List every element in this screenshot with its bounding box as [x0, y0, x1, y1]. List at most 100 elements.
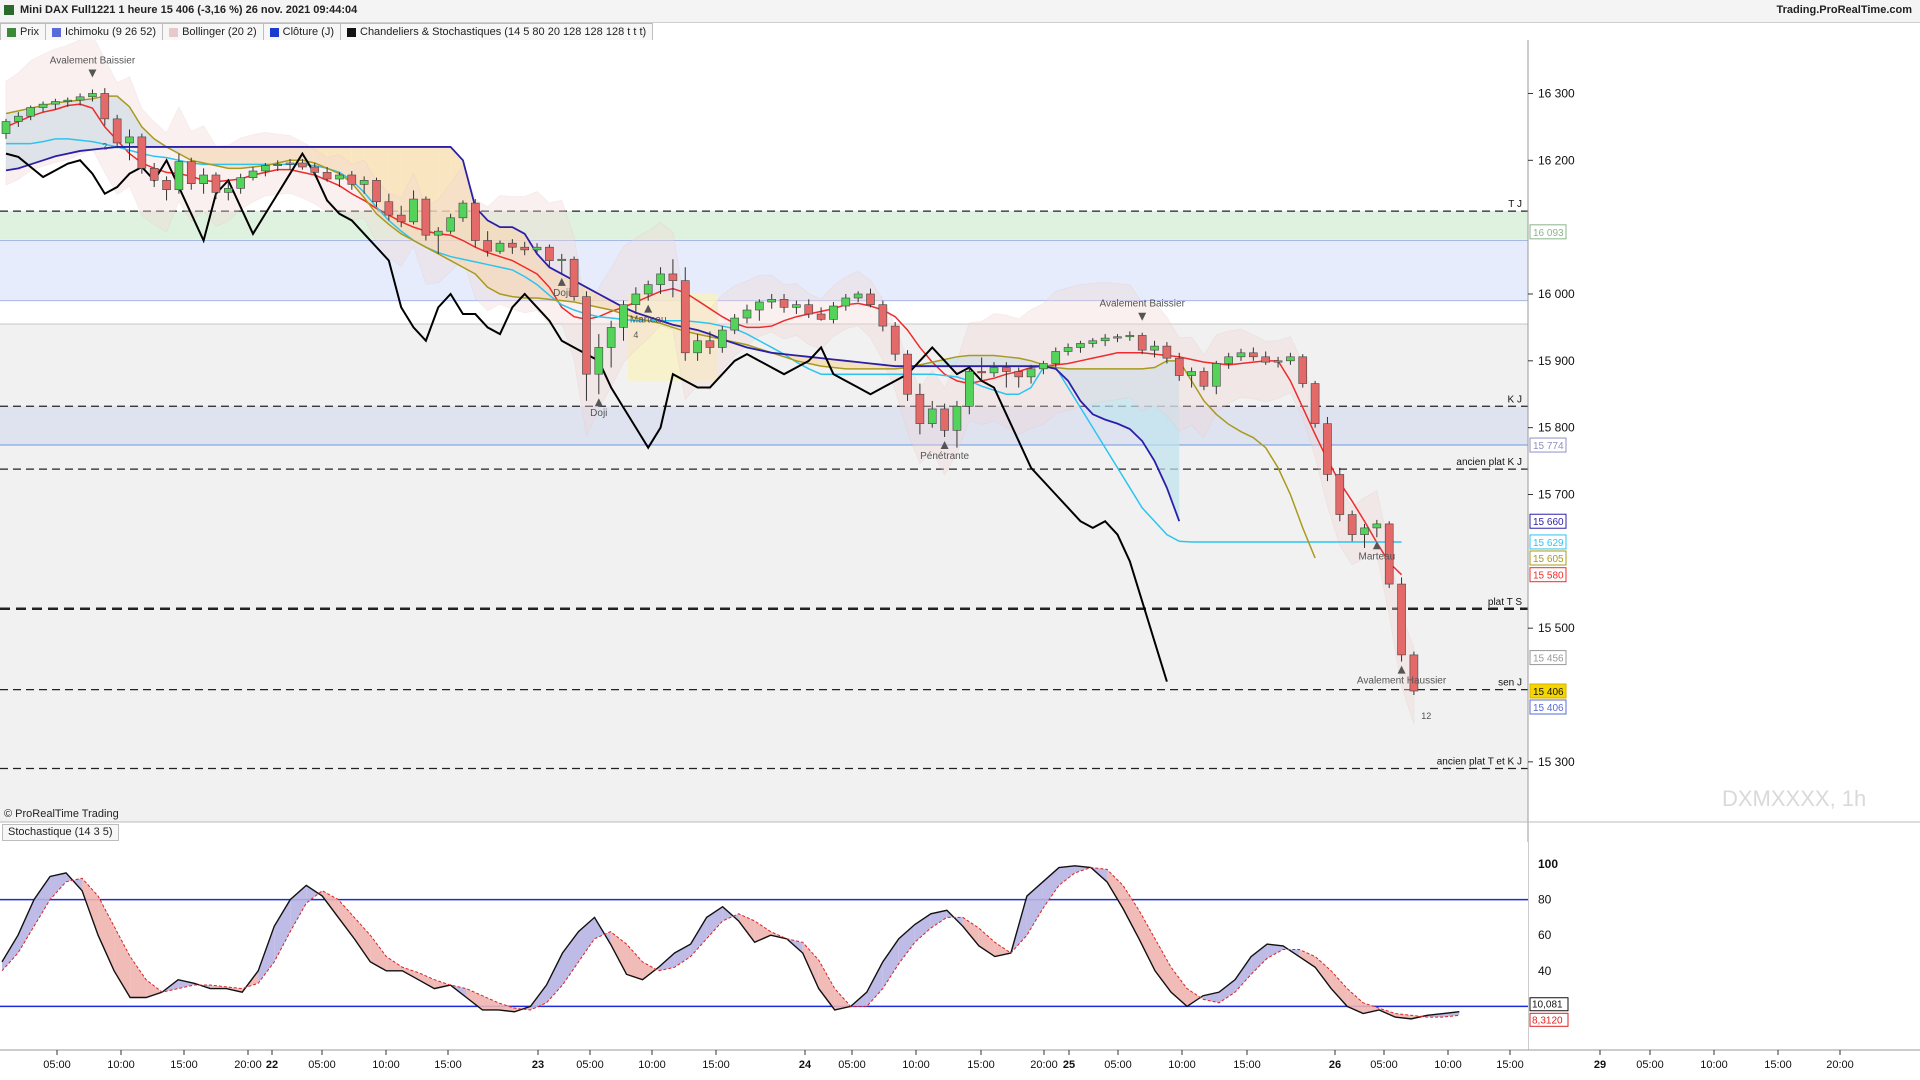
candle-body	[335, 174, 344, 180]
price-label: 15 456	[1533, 654, 1564, 665]
candle-body	[174, 161, 184, 191]
candle-body	[730, 317, 739, 331]
candle-body	[742, 309, 752, 319]
stoch-tick-label: 100	[1538, 857, 1558, 871]
candle-body	[88, 93, 97, 98]
candle-body	[1002, 367, 1011, 372]
level-label: K J	[1508, 394, 1522, 405]
candle-body	[705, 340, 715, 348]
time-tick-label: 15:00	[434, 1059, 462, 1071]
axis-tick-label: 15 900	[1538, 354, 1575, 368]
candle-body	[853, 293, 863, 299]
pattern-count: 12	[1421, 711, 1431, 721]
time-tick-label: 10:00	[638, 1059, 666, 1071]
legend-swatch	[347, 27, 356, 37]
legend-item-bollinger[interactable]: Bollinger (20 2)	[162, 23, 264, 41]
candle-body	[989, 367, 999, 374]
candle-body	[236, 177, 245, 189]
candle-body	[1039, 363, 1048, 370]
app-icon	[4, 5, 14, 15]
candle-body	[1212, 363, 1221, 387]
legend-label: Chandeliers & Stochastiques (14 5 80 20 …	[360, 26, 647, 38]
candle-body	[1026, 368, 1036, 378]
axis-tick-label: 16 000	[1538, 287, 1575, 301]
candle-body	[619, 304, 628, 328]
legend-item-price[interactable]: Prix	[0, 23, 46, 41]
candle-body	[520, 246, 530, 251]
legend-swatch	[7, 27, 16, 37]
candle-body	[545, 246, 554, 261]
pattern-count: 4	[633, 330, 638, 340]
price-axis[interactable]: 16 300 16 200 16 000 15 900 15 800 15 700 15 5…	[1527, 40, 1920, 1050]
legend-item-chandeliers[interactable]: Chandeliers & Stochastiques (14 5 80 20 …	[340, 23, 654, 41]
candle-body	[643, 284, 653, 295]
candle-body	[273, 164, 283, 166]
candle-body	[26, 107, 36, 117]
price-label: 15 774	[1533, 441, 1564, 452]
candle-body	[940, 408, 949, 431]
stoch-tick-label: 40	[1538, 964, 1552, 978]
candle-body	[125, 136, 134, 144]
pattern-count: 2	[102, 142, 107, 152]
candle-body	[1113, 336, 1122, 339]
candle-body	[483, 240, 492, 252]
candle-body	[952, 405, 962, 431]
price-label: 15 605	[1533, 554, 1564, 565]
candle-body	[1236, 352, 1246, 358]
stoch-area	[0, 842, 1528, 1050]
time-tick-label: 10:00	[1700, 1059, 1728, 1071]
pattern-label: Doji	[590, 408, 607, 419]
candle-body	[38, 103, 48, 108]
candle-body	[14, 115, 23, 122]
legend-item-cloture[interactable]: Clôture (J)	[262, 23, 341, 41]
time-tick-label: 05:00	[308, 1059, 336, 1071]
candle-body	[384, 201, 394, 216]
legend-label: Bollinger (20 2)	[182, 26, 257, 38]
candle-body	[1286, 356, 1295, 362]
candle-body	[915, 393, 925, 424]
legend-label: Prix	[20, 26, 39, 38]
price-label: 15 660	[1533, 517, 1564, 528]
candle-body	[755, 301, 764, 311]
candle-body	[1397, 583, 1406, 656]
candle-body	[594, 347, 604, 375]
candle-body	[1014, 371, 1024, 378]
source-label: © ProRealTime Trading	[4, 808, 119, 820]
candle-body	[372, 180, 381, 203]
legend-item-ichimoku[interactable]: Ichimoku (9 26 52)	[44, 23, 164, 41]
candle-body	[1347, 514, 1357, 535]
candle-body	[1298, 356, 1308, 384]
level-label: T J	[1508, 199, 1522, 210]
candle-body	[1125, 335, 1135, 338]
candle-body	[631, 293, 641, 305]
time-tick-label: 05:00	[1370, 1059, 1398, 1071]
candle-body	[1076, 343, 1085, 348]
candle-body	[162, 180, 171, 191]
candle-body	[668, 273, 678, 281]
time-tick-label: 23	[532, 1059, 544, 1071]
brand-link[interactable]: Trading.ProRealTime.com	[1776, 4, 1912, 16]
candle-body	[298, 162, 307, 168]
candle-body	[421, 198, 431, 236]
time-tick-label: 24	[799, 1059, 812, 1071]
axis-tick-label: 15 500	[1538, 621, 1575, 635]
stochastic-label[interactable]: Stochastique (14 3 5)	[2, 824, 119, 841]
time-axis[interactable]: 05:00 10:00 15:00 20:00 22 05:00 10:00 15:00 23 0…	[0, 1049, 1920, 1071]
candle-body	[557, 258, 567, 261]
candle-body	[310, 166, 320, 173]
pattern-label: Marteau	[1359, 551, 1396, 562]
price-label: 15 629	[1533, 538, 1564, 549]
candle-body	[1372, 523, 1382, 529]
chart-canvas[interactable]: T J K J ancien plat K J plat T S sen J ancien…	[0, 40, 1920, 1080]
candle-body	[433, 230, 443, 236]
legend-swatch	[169, 27, 179, 37]
price-label: 15 580	[1533, 571, 1564, 582]
candle-body	[495, 242, 505, 252]
time-tick-label: 10:00	[1168, 1059, 1196, 1071]
candle-body	[927, 408, 937, 424]
candle-body	[446, 217, 455, 232]
candle-body	[458, 202, 468, 219]
level-label: ancien plat T et K J	[1437, 757, 1522, 768]
time-tick-label: 05:00	[1636, 1059, 1664, 1071]
candle-body	[890, 325, 900, 355]
